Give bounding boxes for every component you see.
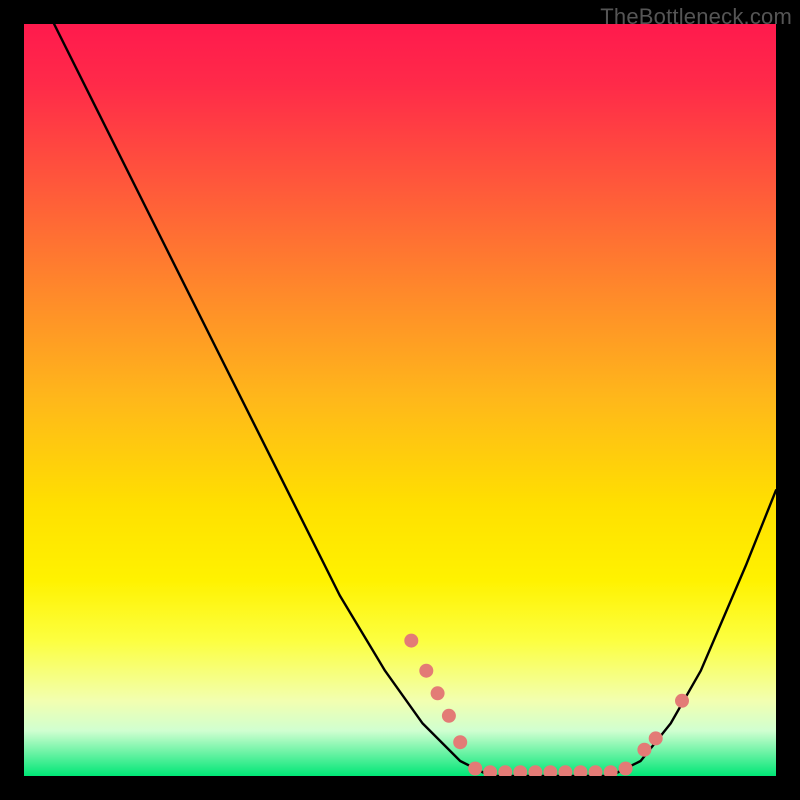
- bottleneck-curve: [54, 24, 776, 776]
- data-dot: [558, 765, 572, 776]
- watermark-text: TheBottleneck.com: [600, 4, 792, 30]
- data-dot: [419, 664, 433, 678]
- data-dot: [404, 634, 418, 648]
- chart-stage: TheBottleneck.com: [0, 0, 800, 800]
- data-dot: [528, 765, 542, 776]
- data-dot: [468, 762, 482, 776]
- data-dot: [442, 709, 456, 723]
- data-dot-group: [404, 634, 689, 776]
- data-dot: [483, 765, 497, 776]
- data-dot: [543, 765, 557, 776]
- data-dot: [589, 765, 603, 776]
- data-dot: [637, 743, 651, 757]
- data-dot: [513, 765, 527, 776]
- data-dot: [574, 765, 588, 776]
- data-dot: [619, 762, 633, 776]
- bottleneck-chart: [24, 24, 776, 776]
- data-dot: [453, 735, 467, 749]
- data-dot: [431, 686, 445, 700]
- data-dot: [604, 765, 618, 776]
- data-dot: [498, 765, 512, 776]
- data-dot: [675, 694, 689, 708]
- data-dot: [649, 731, 663, 745]
